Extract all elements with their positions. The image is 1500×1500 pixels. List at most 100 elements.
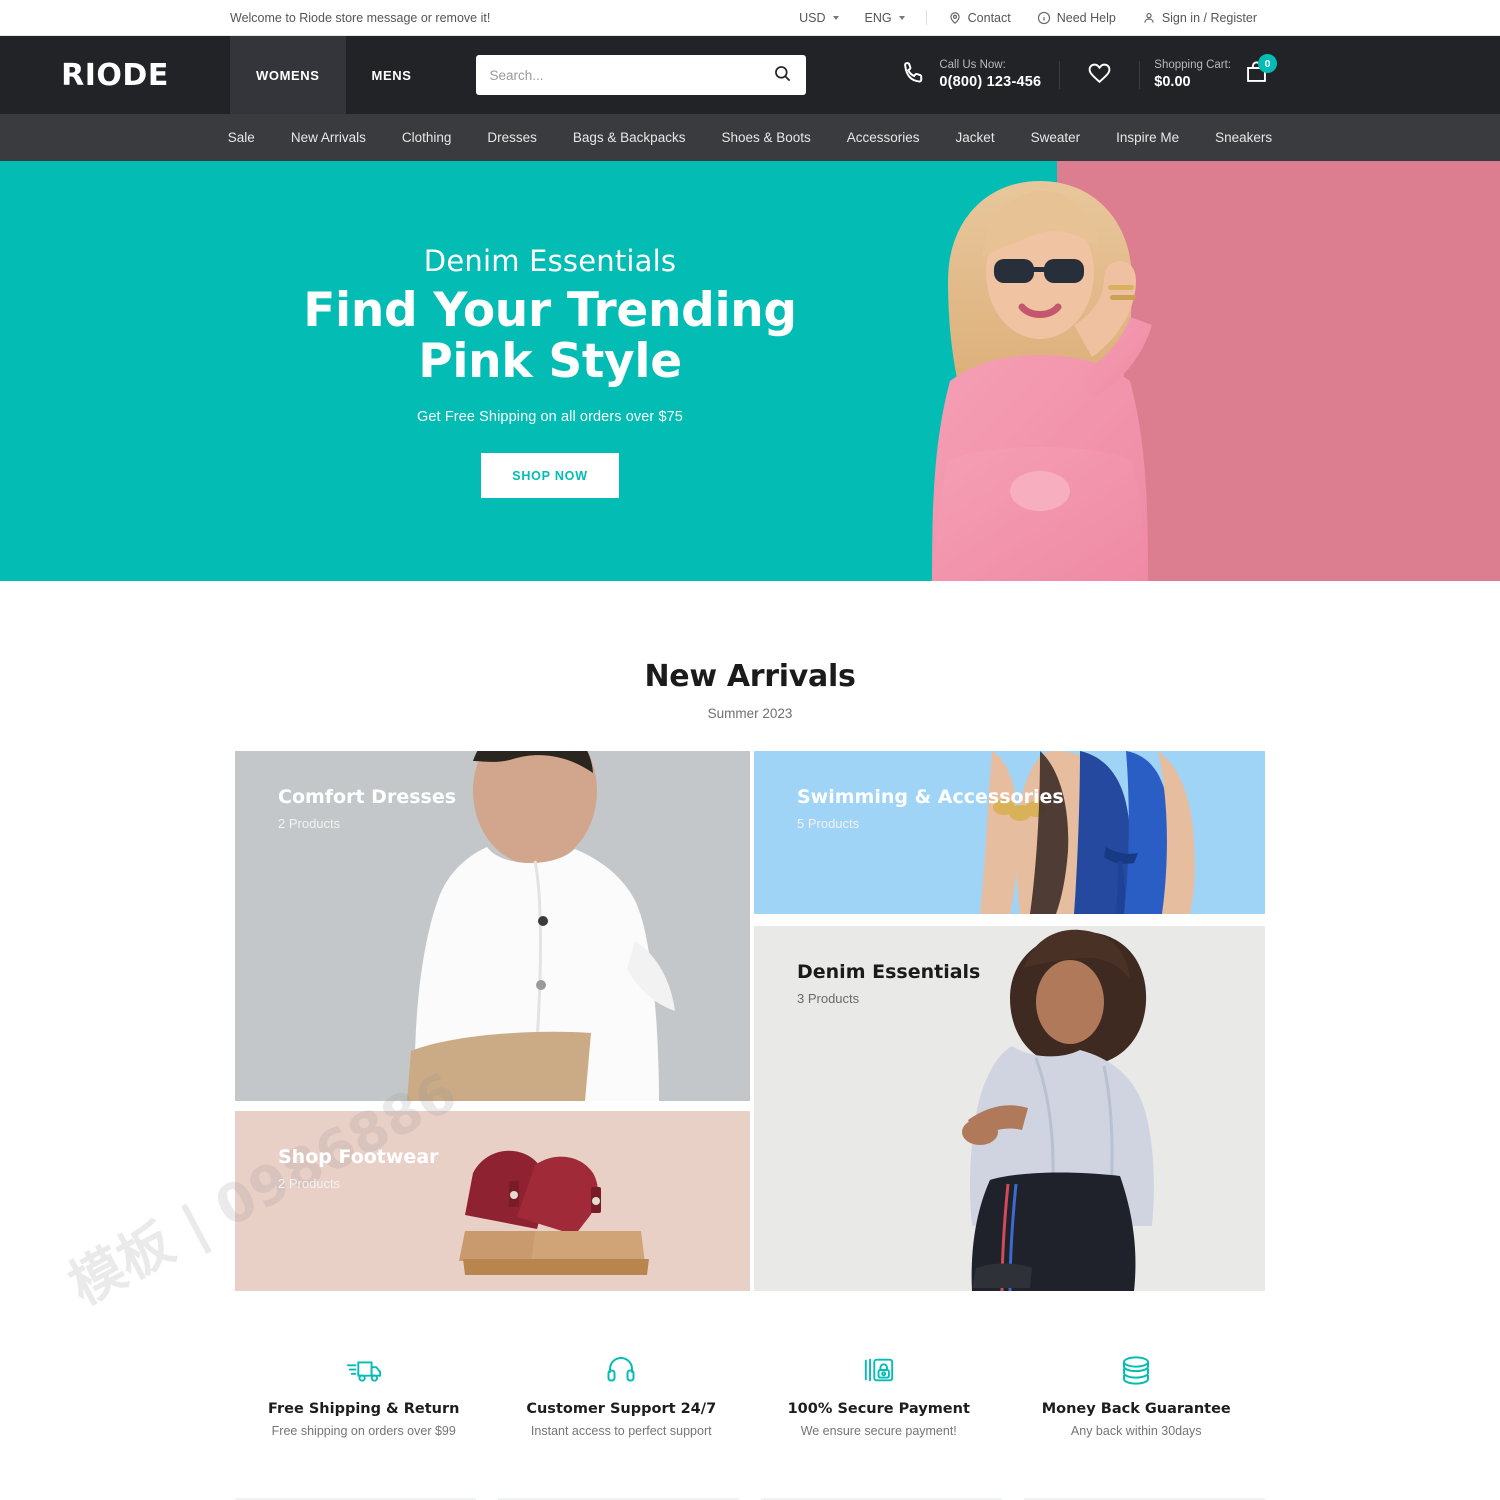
hero-note: Get Free Shipping on all orders over $75: [417, 409, 683, 426]
category-count: 3 Products: [797, 991, 860, 1007]
secure-payment-icon: [750, 1349, 1008, 1391]
tab-womens-label: WOMENS: [256, 67, 320, 83]
feature-customer-support: Customer Support 24/7 Instant access to …: [493, 1349, 751, 1438]
hero-banner: Denim Essentials Find Your Trending Pink…: [0, 161, 1500, 581]
phone-icon: [900, 59, 928, 92]
headset-icon: [493, 1349, 751, 1391]
account-link[interactable]: Sign in / Register: [1129, 10, 1270, 25]
coins-icon: [1008, 1349, 1266, 1391]
contact-link[interactable]: Contact: [935, 10, 1024, 25]
category-name: Swimming & Accessories: [797, 786, 1064, 808]
hero-content: Denim Essentials Find Your Trending Pink…: [0, 161, 1100, 581]
feature-secure-payment: 100% Secure Payment We ensure secure pay…: [750, 1349, 1008, 1438]
nav-item-clothing[interactable]: Clothing: [384, 130, 470, 145]
top-bar-right: USD ENG Contact Need Help Sign in / Regi…: [786, 10, 1270, 25]
call-number: 0(800) 123-456: [939, 74, 1042, 91]
call-us-block[interactable]: Call Us Now: 0(800) 123-456: [900, 58, 1059, 92]
category-name: Denim Essentials: [797, 961, 981, 983]
search-box[interactable]: [475, 55, 806, 95]
hero-title: Find Your Trending Pink Style: [303, 282, 797, 389]
nav-item-shoes-boots[interactable]: Shoes & Boots: [703, 130, 828, 145]
currency-selector[interactable]: USD: [786, 11, 851, 25]
feature-desc: Instant access to perfect support: [530, 1424, 712, 1438]
new-arrivals-section: New Arrivals Summer 2023 Comfort Dresses…: [0, 581, 1500, 1291]
feature-title: 100% Secure Payment: [787, 1401, 970, 1417]
need-help-label: Need Help: [1056, 10, 1116, 25]
search-button[interactable]: [773, 64, 792, 86]
cart-button[interactable]: Shopping Cart: $0.00 0: [1140, 54, 1277, 92]
nav-item-new-arrivals[interactable]: New Arrivals: [273, 130, 384, 145]
user-icon: [1142, 10, 1157, 25]
feature-desc: Any back within 30days: [1070, 1424, 1202, 1438]
category-image: [235, 1111, 750, 1291]
language-selector[interactable]: ENG: [852, 11, 918, 25]
category-card-comfort-dresses[interactable]: Comfort Dresses 2 Products: [235, 751, 750, 1111]
search-input[interactable]: [489, 67, 773, 83]
category-name: Comfort Dresses: [278, 786, 457, 808]
feature-title: Money Back Guarantee: [1041, 1401, 1231, 1417]
cart-text: Shopping Cart: $0.00: [1154, 58, 1231, 92]
tab-mens-label: MENS: [371, 67, 412, 83]
feature-money-back: Money Back Guarantee Any back within 30d…: [1008, 1349, 1266, 1438]
logo[interactable]: RIODE: [0, 36, 230, 114]
category-count: 2 Products: [278, 1176, 341, 1192]
need-help-link[interactable]: Need Help: [1024, 10, 1129, 25]
category-nav: Sale New Arrivals Clothing Dresses Bags …: [0, 114, 1500, 161]
category-card-swimming-accessories[interactable]: Swimming & Accessories 5 Products: [754, 751, 1265, 914]
hero-pink-panel: [1057, 161, 1500, 581]
heart-icon: [1086, 59, 1113, 91]
nav-item-inspire-me[interactable]: Inspire Me: [1098, 130, 1197, 145]
tab-womens[interactable]: WOMENS: [230, 36, 346, 114]
main-tabs: WOMENS MENS: [230, 36, 438, 114]
search-icon: [773, 64, 792, 86]
cart-count-badge: 0: [1258, 54, 1277, 73]
cart-label: Shopping Cart:: [1154, 59, 1231, 72]
cart-amount: $0.00: [1154, 74, 1191, 91]
chevron-down-icon: [898, 15, 905, 20]
hero-eyebrow: Denim Essentials: [423, 243, 677, 278]
section-title: New Arrivals: [644, 659, 856, 694]
nav-item-jacket[interactable]: Jacket: [938, 130, 1013, 145]
language-label: ENG: [864, 10, 892, 25]
feature-title: Free Shipping & Return: [268, 1401, 460, 1417]
nav-item-sweater[interactable]: Sweater: [1013, 130, 1099, 145]
nav-item-accessories[interactable]: Accessories: [829, 130, 938, 145]
section-subtitle: Summer 2023: [707, 706, 793, 721]
category-card-denim-essentials[interactable]: Denim Essentials 3 Products: [754, 926, 1265, 1291]
site-header: RIODE WOMENS MENS Search... Call Us Now:…: [0, 36, 1500, 114]
search-area: [475, 36, 806, 114]
feature-desc: We ensure secure payment!: [800, 1424, 957, 1438]
feature-desc: Free shipping on orders over $99: [271, 1424, 456, 1438]
category-count: 2 Products: [278, 816, 341, 832]
chevron-down-icon: [832, 15, 839, 20]
info-circle-icon: [1037, 10, 1052, 25]
category-overlay: Swimming & Accessories 5 Products: [797, 786, 1064, 831]
category-card-shop-footwear[interactable]: Shop Footwear 2 Products: [235, 1111, 750, 1291]
nav-item-dresses[interactable]: Dresses: [469, 130, 555, 145]
feature-free-shipping: Free Shipping & Return Free shipping on …: [235, 1349, 493, 1438]
account-label: Sign in / Register: [1161, 10, 1257, 25]
category-name: Shop Footwear: [278, 1146, 439, 1168]
wishlist-button[interactable]: [1060, 59, 1139, 91]
feature-title: Customer Support 24/7: [526, 1401, 717, 1417]
nav-item-bags-backpacks[interactable]: Bags & Backpacks: [555, 130, 704, 145]
features-row: Free Shipping & Return Free shipping on …: [235, 1349, 1265, 1438]
category-overlay: Denim Essentials 3 Products: [797, 961, 980, 1006]
category-grid: Comfort Dresses 2 Products Swimming & Ac…: [235, 751, 1265, 1291]
call-label: Call Us Now:: [939, 59, 1006, 72]
tab-mens[interactable]: MENS: [346, 36, 438, 114]
contact-label: Contact: [967, 10, 1011, 25]
shop-now-button[interactable]: SHOP NOW: [481, 453, 619, 499]
header-right: Call Us Now: 0(800) 123-456 Shopping Car…: [900, 36, 1277, 114]
nav-item-sneakers[interactable]: Sneakers: [1197, 130, 1290, 145]
category-overlay: Comfort Dresses 2 Products: [278, 786, 456, 831]
page-root: Welcome to Riode store message or remove…: [0, 0, 1500, 1500]
category-image: [754, 751, 1265, 914]
divider: [925, 10, 927, 25]
cart-icon-wrap: 0: [1243, 54, 1277, 91]
category-count: 5 Products: [797, 816, 860, 832]
nav-item-sale[interactable]: Sale: [210, 130, 273, 145]
category-overlay: Shop Footwear 2 Products: [278, 1146, 439, 1191]
truck-icon: [235, 1349, 493, 1391]
location-pin-icon: [948, 10, 963, 25]
